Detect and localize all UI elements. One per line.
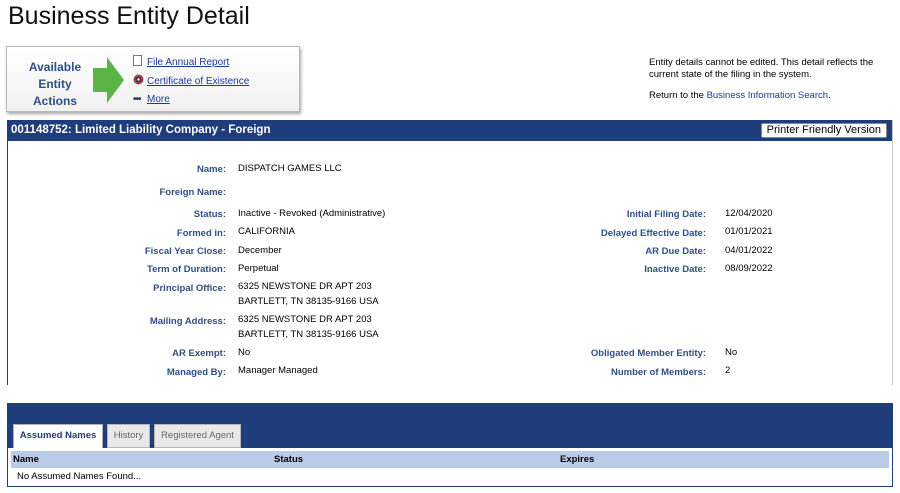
assumed-names-table-header: Name Status Expires xyxy=(11,451,889,468)
column-header-status: Status xyxy=(274,454,304,465)
delayed-effective-date-value: 01/01/2021 xyxy=(725,226,773,237)
formed-in-value: CALIFORNIA xyxy=(238,226,296,237)
term-of-duration-value: Perpetual xyxy=(238,263,279,274)
tab-assumed-names[interactable]: Assumed Names xyxy=(13,424,103,448)
mailing-address-label: Mailing Address: xyxy=(149,316,226,327)
principal-office-line2: BARTLETT, TN 38135-9166 USA xyxy=(238,296,379,307)
ar-exempt-value: No xyxy=(238,347,251,358)
more-dots-icon: ••• xyxy=(133,94,142,105)
status-value: Inactive - Revoked (Administrative) xyxy=(238,208,386,219)
entity-actions-title-line: Available xyxy=(28,60,82,74)
mailing-address-line2: BARTLETT, TN 38135-9166 USA xyxy=(238,329,379,340)
document-icon xyxy=(133,55,147,69)
managed-by-label: Managed By: xyxy=(166,367,226,378)
obligated-member-entity-label: Obligated Member Entity: xyxy=(590,348,706,359)
certificate-of-existence-link[interactable]: Certificate of Existence xyxy=(133,74,249,88)
empty-table-message: No Assumed Names Found... xyxy=(17,471,142,482)
entity-header-title: 001148752: Limited Liability Company - F… xyxy=(11,124,271,136)
entity-header-bar: 001148752: Limited Liability Company - F… xyxy=(8,120,892,141)
arrow-right-icon xyxy=(93,57,124,103)
file-annual-report-link[interactable]: File Annual Report xyxy=(133,55,229,69)
principal-office-label: Principal Office: xyxy=(153,283,226,294)
column-header-name: Name xyxy=(13,454,39,465)
page-title: Business Entity Detail xyxy=(8,2,250,30)
fiscal-year-close-value: December xyxy=(238,245,282,256)
return-line: Return to the Business Information Searc… xyxy=(649,90,831,101)
entity-actions-title-line: Actions xyxy=(32,94,77,108)
term-of-duration-label: Term of Duration: xyxy=(147,264,226,275)
number-of-members-value: 2 xyxy=(725,365,731,376)
ar-due-date-label: AR Due Date: xyxy=(645,246,706,257)
edit-notice: Entity details cannot be edited. This de… xyxy=(649,57,874,80)
status-label: Status: xyxy=(193,209,226,220)
foreign-name-label: Foreign Name: xyxy=(159,187,226,198)
fiscal-year-close-label: Fiscal Year Close: xyxy=(144,246,226,257)
seal-icon xyxy=(133,74,147,88)
number-of-members-label: Number of Members: xyxy=(610,367,706,378)
formed-in-label: Formed in: xyxy=(176,228,226,239)
printer-friendly-button[interactable]: Printer Friendly Version xyxy=(760,123,887,138)
entity-detail-panel: 001148752: Limited Liability Company - F… xyxy=(7,120,893,385)
ar-exempt-label: AR Exempt: xyxy=(172,348,226,359)
inactive-date-value: 08/09/2022 xyxy=(725,263,773,274)
related-records-panel: Assumed Names History Registered Agent N… xyxy=(7,403,893,487)
obligated-member-entity-value: No xyxy=(725,347,738,358)
column-header-expires: Expires xyxy=(560,454,595,465)
tab-registered-agent[interactable]: Registered Agent xyxy=(154,424,241,448)
initial-filing-date-value: 12/04/2020 xyxy=(725,208,773,219)
certificate-of-existence-label[interactable]: Certificate of Existence xyxy=(147,76,249,87)
entity-actions-title: Available Entity Actions xyxy=(17,59,93,110)
tabs-bar: Assumed Names History Registered Agent xyxy=(8,404,892,448)
ar-due-date-value: 04/01/2022 xyxy=(725,245,773,256)
name-label: Name: xyxy=(196,164,226,175)
mailing-address-line1: 6325 NEWSTONE DR APT 203 xyxy=(238,314,372,325)
return-prefix: Return to the xyxy=(649,90,707,101)
inactive-date-label: Inactive Date: xyxy=(644,264,706,275)
return-suffix: . xyxy=(828,90,831,101)
delayed-effective-date-label: Delayed Effective Date: xyxy=(600,228,706,239)
entity-actions-title-line: Entity xyxy=(38,77,72,91)
entity-actions-panel: Available Entity Actions File Annual Rep… xyxy=(6,46,300,112)
principal-office-line1: 6325 NEWSTONE DR APT 203 xyxy=(238,281,372,292)
business-information-search-link[interactable]: Business Information Search xyxy=(707,90,828,101)
file-annual-report-label[interactable]: File Annual Report xyxy=(147,57,229,68)
initial-filing-date-label: Initial Filing Date: xyxy=(626,209,706,220)
more-actions-label[interactable]: More xyxy=(147,94,170,105)
more-actions-link[interactable]: ••• More xyxy=(133,94,170,105)
managed-by-value: Manager Managed xyxy=(238,365,318,376)
name-value: DISPATCH GAMES LLC xyxy=(238,163,342,174)
tab-history[interactable]: History xyxy=(107,424,150,448)
